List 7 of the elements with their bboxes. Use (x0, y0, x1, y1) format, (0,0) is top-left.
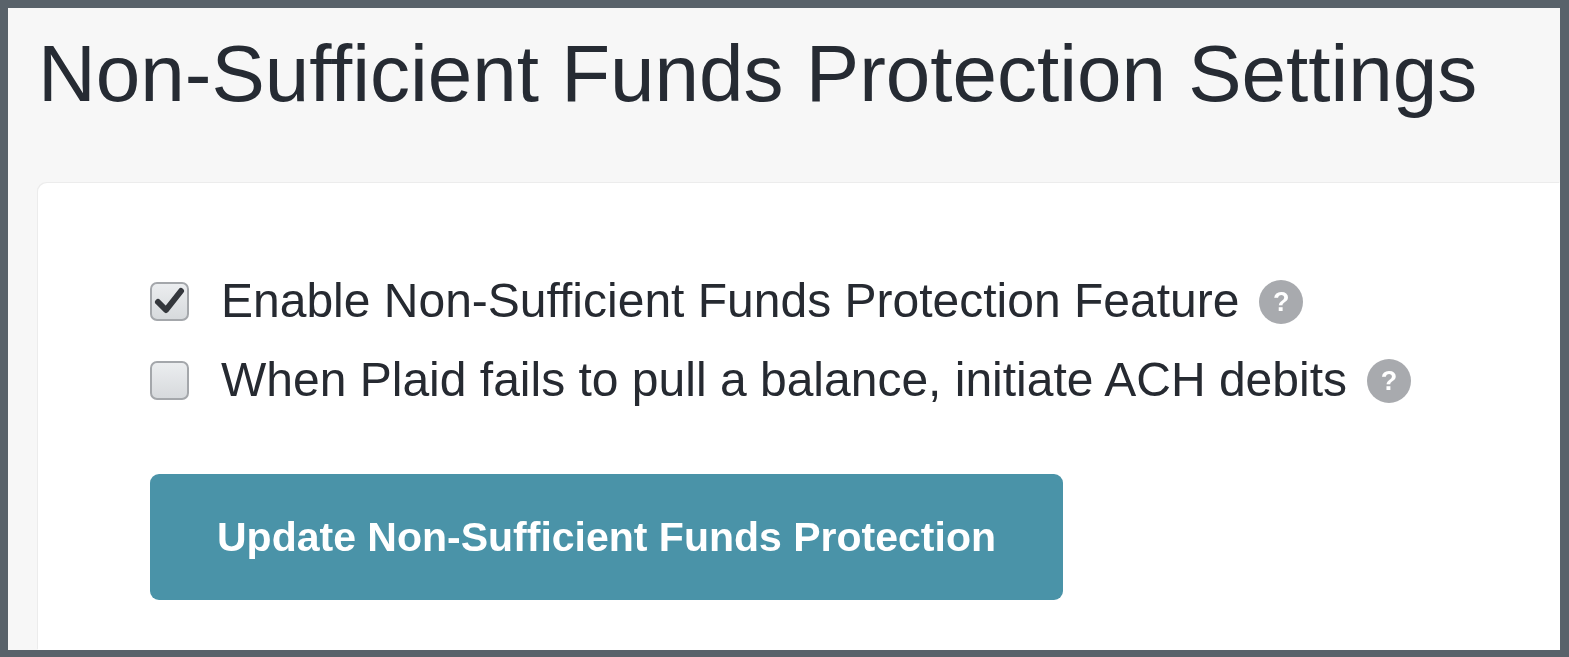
checkbox[interactable] (150, 282, 189, 321)
checkbox[interactable] (150, 361, 189, 400)
update-button[interactable]: Update Non-Sufficient Funds Protection (150, 474, 1063, 600)
checkbox-label: Enable Non-Sufficient Funds Protection Feature (221, 275, 1240, 328)
checkbox-label: When Plaid fails to pull a balance, initiate ACH debits (221, 354, 1347, 407)
help-icon[interactable]: ? (1259, 279, 1304, 324)
help-icon[interactable]: ? (1366, 358, 1411, 403)
